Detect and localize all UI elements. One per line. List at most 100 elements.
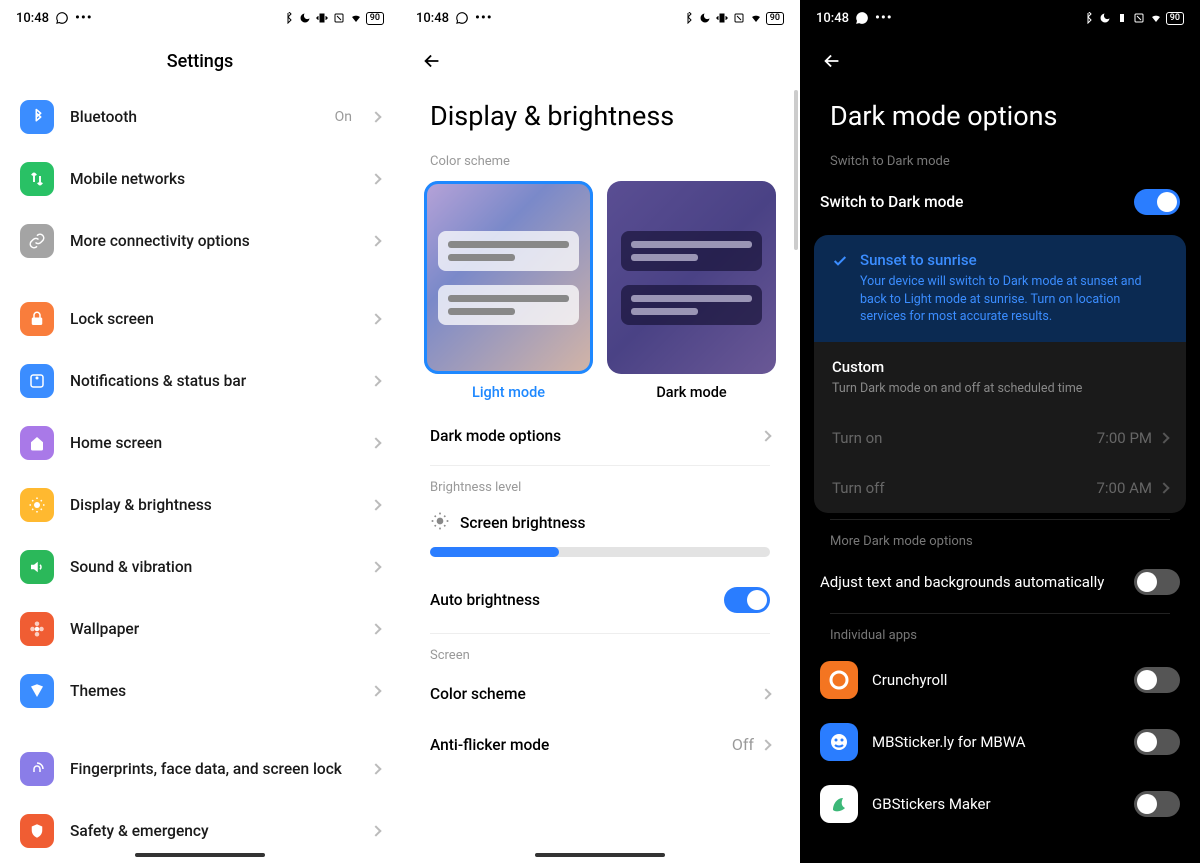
anti-flicker-row[interactable]: Anti-flicker mode Off [400,719,800,770]
section-switch: Switch to Dark mode [800,144,1200,175]
app-icon [820,785,858,823]
settings-item-sound-vibration[interactable]: Sound & vibration [0,536,400,598]
dark-mode-label: Dark mode [656,384,726,401]
switch-dark-mode-row[interactable]: Switch to Dark mode [800,175,1200,229]
item-label: Display & brightness [70,496,356,514]
item-label: Fingerprints, face data, and screen lock [70,760,356,778]
turn-on-row[interactable]: Turn on 7:00 PM [814,413,1186,463]
sunset-title: Sunset to sunrise [860,251,1168,269]
item-label: Mobile networks [70,170,356,188]
notif-icon [20,364,54,398]
settings-item-notifications-status-bar[interactable]: Notifications & status bar [0,350,400,412]
link-icon [20,224,54,258]
settings-item-display-brightness[interactable]: Display & brightness [0,474,400,536]
app-label: Crunchyroll [872,671,1120,689]
dark-mode-options-row[interactable]: Dark mode options [400,411,800,461]
settings-screen: 10:48 ••• 90 Settings Bluetooth On Mobil… [0,0,400,863]
adjust-text-row[interactable]: Adjust text and backgrounds automaticall… [800,555,1200,609]
color-scheme-row[interactable]: Color scheme [400,669,800,719]
app-item-crunchyroll[interactable]: Crunchyroll [800,649,1200,711]
check-icon [832,253,848,273]
status-time: 10:48 [16,11,49,26]
section-color-scheme: Color scheme [400,144,800,175]
moon-icon [298,11,312,25]
settings-item-lock-screen[interactable]: Lock screen [0,288,400,350]
moon-icon [698,11,712,25]
bluetooth-icon [681,11,695,25]
item-label: Home screen [70,434,356,452]
auto-brightness-toggle[interactable] [724,587,770,613]
app-toggle[interactable] [1134,791,1180,817]
chevron-right-icon [370,437,381,448]
chevron-right-icon [370,499,381,510]
battery-indicator: 90 [1166,12,1184,25]
item-label: Safety & emergency [70,822,356,840]
header [800,36,1200,86]
color-scheme-light[interactable]: Light mode [424,181,593,401]
nav-bar[interactable] [535,853,665,857]
chevron-right-icon [370,111,381,122]
sunset-sunrise-option[interactable]: Sunset to sunrise Your device will switc… [814,235,1186,342]
shield-icon [20,814,54,848]
app-item-gbstickers-maker[interactable]: GBStickers Maker [800,773,1200,835]
color-scheme-dark[interactable]: Dark mode [607,181,776,401]
turn-off-row[interactable]: Turn off 7:00 AM [814,463,1186,513]
chevron-right-icon [370,685,381,696]
custom-option[interactable]: Custom Turn Dark mode on and off at sche… [814,342,1186,414]
section-brightness: Brightness level [400,470,800,501]
chevron-right-icon [1158,432,1169,443]
brightness-slider[interactable] [430,547,770,557]
flower-icon [20,612,54,646]
bluetooth-icon [281,11,295,25]
settings-item-home-screen[interactable]: Home screen [0,412,400,474]
wifi-icon [349,11,363,25]
item-label: Notifications & status bar [70,372,356,390]
settings-item-fingerprints-face-data-and-screen-lock[interactable]: Fingerprints, face data, and screen lock [0,738,400,800]
vibrate-icon [1115,11,1129,25]
chevron-right-icon [370,561,381,572]
settings-item-themes[interactable]: Themes [0,660,400,722]
sun-icon [20,488,54,522]
no-sim-icon [332,11,346,25]
app-label: MBSticker.ly for MBWA [872,733,1120,751]
adjust-text-toggle[interactable] [1134,569,1180,595]
app-toggle[interactable] [1134,729,1180,755]
bluetooth-icon [20,100,54,134]
dark-mode-toggle[interactable] [1134,189,1180,215]
whatsapp-icon [55,11,69,25]
battery-indicator: 90 [766,12,784,25]
back-button[interactable] [820,49,844,73]
chevron-right-icon [370,763,381,774]
item-label: Themes [70,682,356,700]
chevron-right-icon [370,375,381,386]
fingerprint-icon [20,752,54,786]
section-more: More Dark mode options [800,524,1200,555]
settings-item-more-connectivity-options[interactable]: More connectivity options [0,210,400,272]
chevron-right-icon [760,688,771,699]
wifi-icon [749,11,763,25]
app-toggle[interactable] [1134,667,1180,693]
settings-item-wallpaper[interactable]: Wallpaper [0,598,400,660]
speaker-icon [20,550,54,584]
moon-icon [1098,11,1112,25]
lock-icon [20,302,54,336]
dark-mode-options-screen: 10:48 ••• 90 Dark mode options Switch to… [800,0,1200,863]
settings-item-bluetooth[interactable]: Bluetooth On [0,86,400,148]
light-mode-label: Light mode [472,384,545,401]
app-label: GBStickers Maker [872,795,1120,813]
settings-item-mobile-networks[interactable]: Mobile networks [0,148,400,210]
app-item-mbsticker-ly-for-mbwa[interactable]: MBSticker.ly for MBWA [800,711,1200,773]
page-title: Display & brightness [400,86,800,144]
chevron-right-icon [370,235,381,246]
scrollbar[interactable] [794,90,798,250]
whatsapp-icon [455,11,469,25]
app-icon [820,661,858,699]
item-label: Lock screen [70,310,356,328]
section-screen: Screen [400,638,800,669]
back-button[interactable] [420,49,444,73]
chevron-right-icon [1158,482,1169,493]
nav-bar[interactable] [135,853,265,857]
status-time: 10:48 [416,11,449,26]
sun-icon [430,511,450,535]
auto-brightness-row[interactable]: Auto brightness [400,571,800,629]
